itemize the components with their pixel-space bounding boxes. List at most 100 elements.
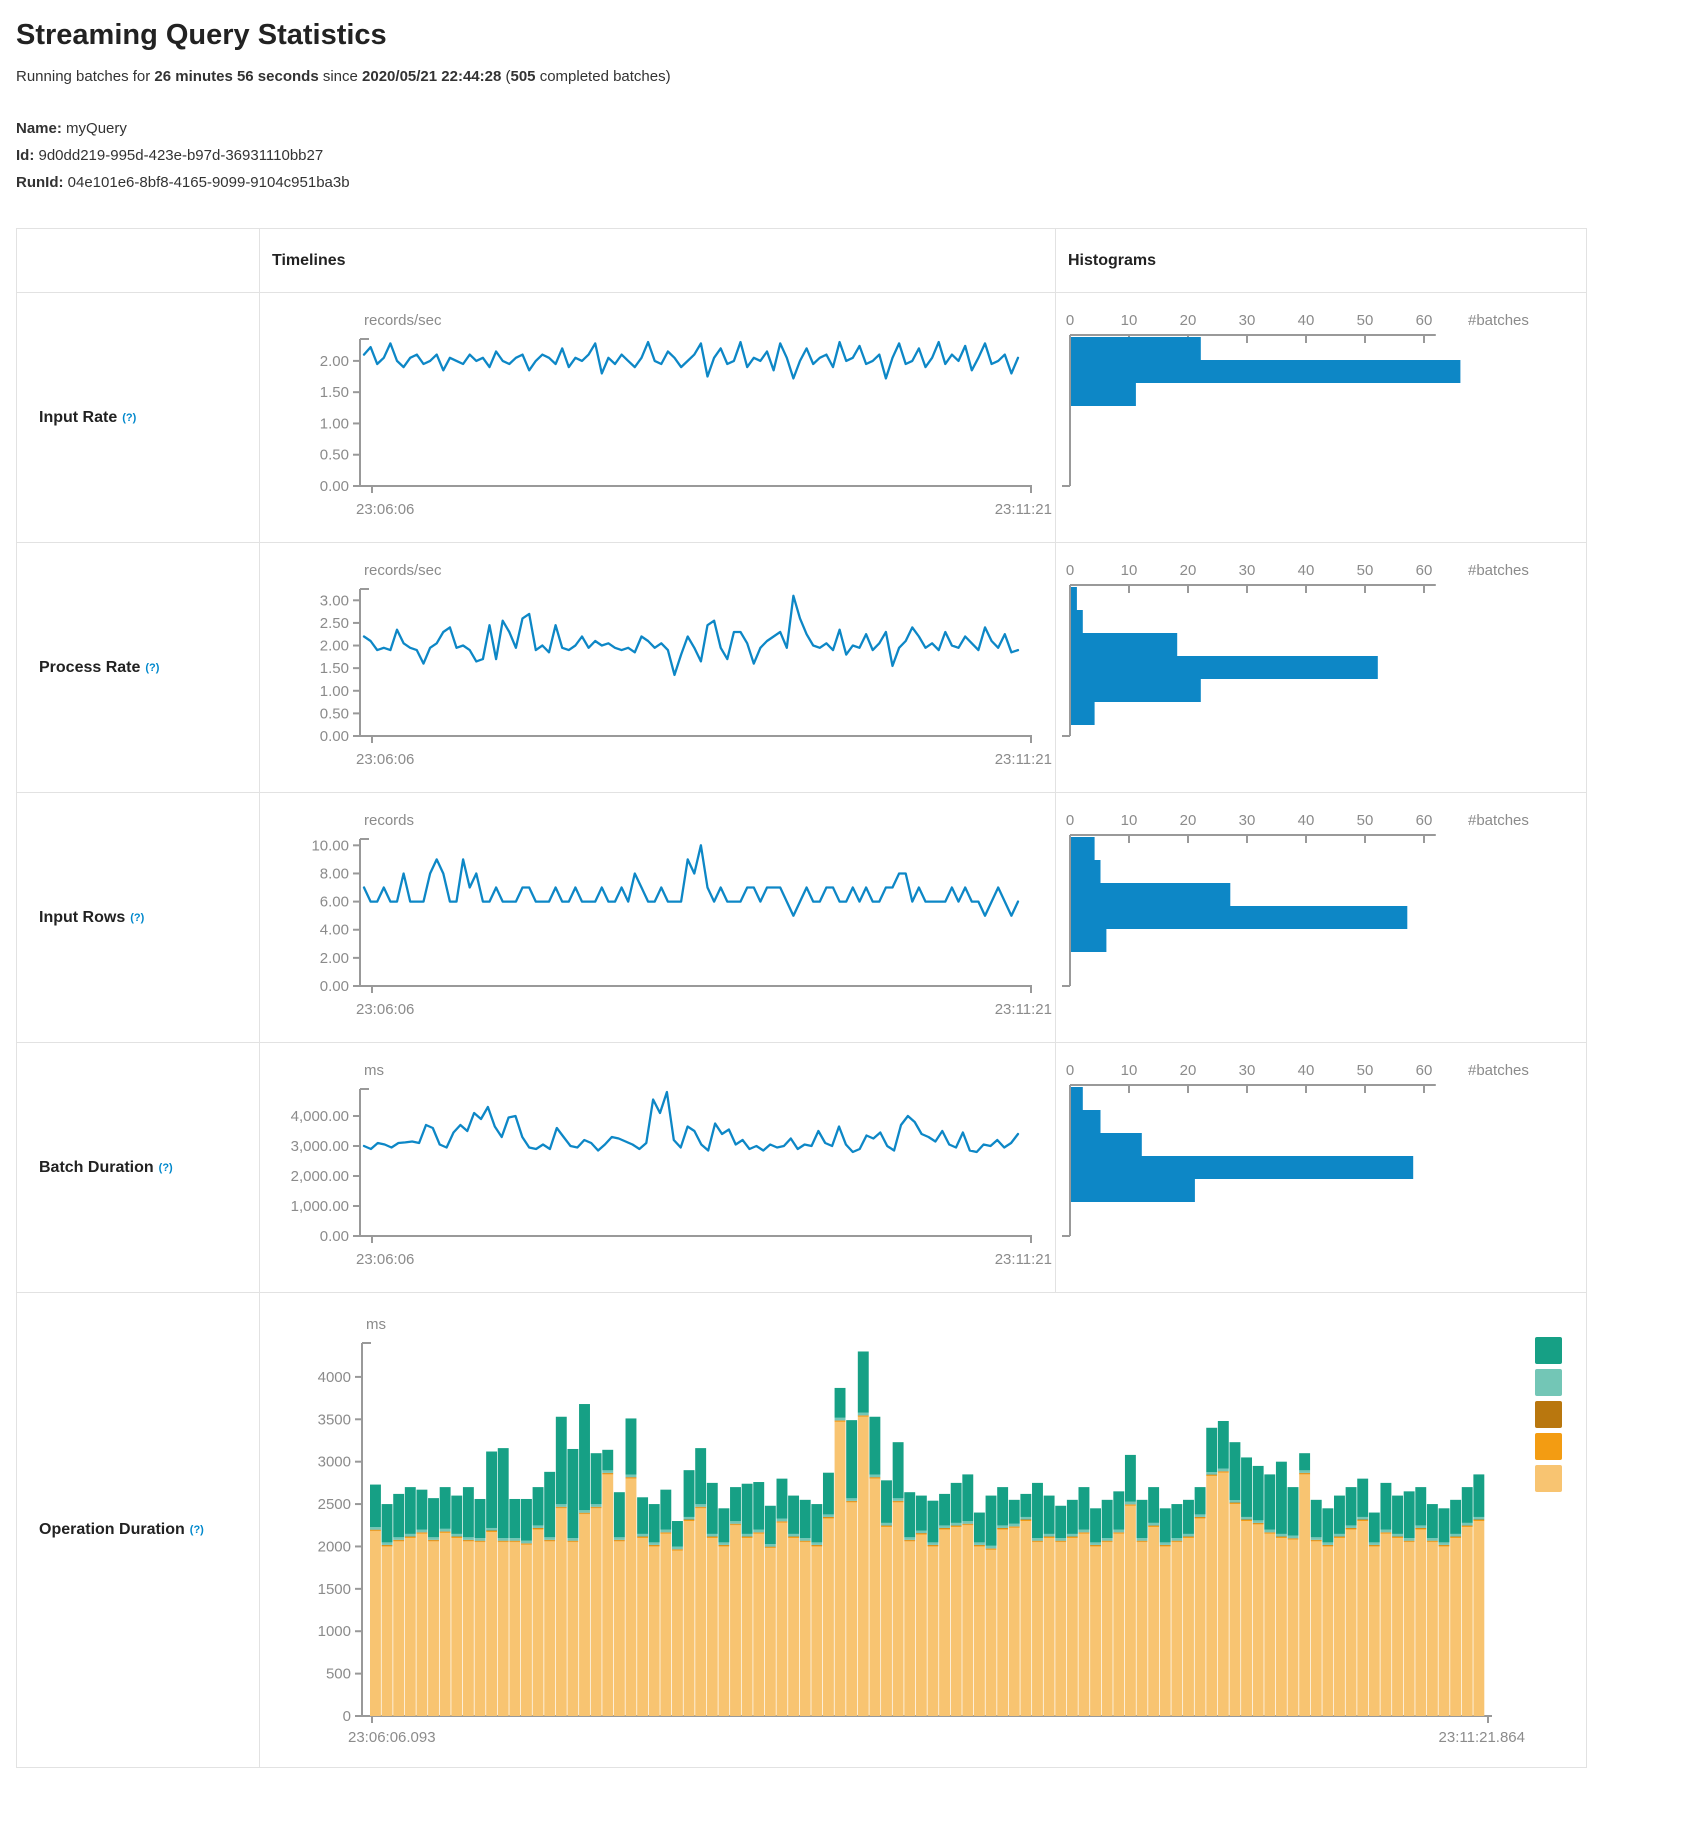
svg-text:10.00: 10.00: [311, 837, 349, 854]
svg-text:1.00: 1.00: [320, 415, 349, 432]
svg-text:#batches: #batches: [1468, 562, 1529, 579]
legend-swatch-dark-orange: [1535, 1401, 1562, 1428]
svg-text:40: 40: [1298, 812, 1315, 829]
svg-text:1.50: 1.50: [320, 384, 349, 401]
svg-text:0.50: 0.50: [320, 447, 349, 464]
svg-text:records/sec: records/sec: [364, 562, 442, 579]
svg-text:3.00: 3.00: [320, 592, 349, 609]
help-icon[interactable]: (?): [145, 662, 159, 674]
row-label-input-rate: Input Rate(?): [17, 292, 259, 542]
svg-text:6.00: 6.00: [320, 894, 349, 911]
operation-duration-svg: ms4000350030002500200015001000500023:06:…: [260, 1293, 1586, 1767]
svg-text:40: 40: [1298, 1062, 1315, 1079]
svg-text:0.50: 0.50: [320, 705, 349, 722]
input-rate-timeline-svg: records/sec2.001.501.000.500.0023:06:062…: [260, 293, 1055, 542]
svg-text:50: 50: [1357, 312, 1374, 329]
help-icon[interactable]: (?): [159, 1162, 173, 1174]
input-rows-histogram-svg: 0102030405060#batches: [1056, 793, 1586, 1042]
batch-duration-histogram-svg: 0102030405060#batches: [1056, 1043, 1586, 1292]
svg-text:23:06:06: 23:06:06: [356, 501, 414, 518]
svg-text:50: 50: [1357, 562, 1374, 579]
svg-text:0.00: 0.00: [320, 728, 349, 745]
svg-text:2.00: 2.00: [320, 353, 349, 370]
help-icon[interactable]: (?): [190, 1524, 204, 1536]
row-label-operation-duration: Operation Duration(?): [17, 1292, 259, 1767]
svg-text:2.00: 2.00: [320, 638, 349, 655]
svg-text:23:11:21: 23:11:21: [995, 501, 1052, 518]
svg-text:23:11:21: 23:11:21: [995, 1001, 1052, 1018]
svg-text:1.50: 1.50: [320, 660, 349, 677]
batch-duration-timeline-svg: ms4,000.003,000.002,000.001,000.000.0023…: [260, 1043, 1055, 1292]
input-rows-timeline-svg: records10.008.006.004.002.000.0023:06:06…: [260, 793, 1055, 1042]
help-icon[interactable]: (?): [130, 912, 144, 924]
svg-text:1000: 1000: [318, 1623, 351, 1640]
svg-text:8.00: 8.00: [320, 865, 349, 882]
row-label-process-rate: Process Rate(?): [17, 542, 259, 792]
input-rows-histogram-chart: 0102030405060#batches: [1055, 792, 1586, 1042]
process-rate-histogram-chart: 0102030405060#batches: [1055, 542, 1586, 792]
svg-text:0: 0: [1066, 1062, 1074, 1079]
svg-text:0.00: 0.00: [320, 1228, 349, 1245]
header-timelines: Timelines: [259, 229, 1055, 292]
svg-text:1.00: 1.00: [320, 683, 349, 700]
process-rate-timeline-chart: records/sec3.002.502.001.501.000.500.002…: [259, 542, 1055, 792]
query-name: myQuery: [66, 120, 127, 137]
input-rate-timeline-chart: records/sec2.001.501.000.500.0023:06:062…: [259, 292, 1055, 542]
svg-text:60: 60: [1416, 312, 1433, 329]
svg-text:1,000.00: 1,000.00: [291, 1198, 349, 1215]
help-icon[interactable]: (?): [122, 412, 136, 424]
svg-text:1500: 1500: [318, 1581, 351, 1598]
svg-text:2000: 2000: [318, 1538, 351, 1555]
running-summary: Running batches for 26 minutes 56 second…: [16, 68, 1677, 85]
legend-swatch-tan: [1535, 1465, 1562, 1492]
svg-text:ms: ms: [366, 1316, 386, 1333]
input-rate-histogram-svg: 0102030405060#batches: [1056, 293, 1586, 542]
operation-duration-chart: ms4000350030002500200015001000500023:06:…: [259, 1292, 1586, 1767]
legend-swatch-orange: [1535, 1433, 1562, 1460]
stats-table: Timelines Histograms Input Rate(?) recor…: [16, 228, 1587, 1768]
svg-text:20: 20: [1180, 562, 1197, 579]
svg-text:4.00: 4.00: [320, 922, 349, 939]
batch-duration-histogram-chart: 0102030405060#batches: [1055, 1042, 1586, 1292]
svg-text:23:06:06.093: 23:06:06.093: [348, 1729, 436, 1746]
svg-text:60: 60: [1416, 812, 1433, 829]
svg-text:4,000.00: 4,000.00: [291, 1108, 349, 1125]
svg-text:records/sec: records/sec: [364, 312, 442, 329]
svg-text:60: 60: [1416, 562, 1433, 579]
row-label-batch-duration: Batch Duration(?): [17, 1042, 259, 1292]
svg-text:20: 20: [1180, 812, 1197, 829]
query-runid: 04e101e6-8bf8-4165-9099-9104c951ba3b: [68, 174, 350, 191]
page-title: Streaming Query Statistics: [16, 18, 1677, 52]
svg-text:3500: 3500: [318, 1411, 351, 1428]
svg-text:2,000.00: 2,000.00: [291, 1168, 349, 1185]
svg-text:40: 40: [1298, 562, 1315, 579]
svg-text:0: 0: [1066, 312, 1074, 329]
svg-text:40: 40: [1298, 312, 1315, 329]
header-empty: [17, 229, 259, 292]
svg-text:ms: ms: [364, 1062, 384, 1079]
svg-text:30: 30: [1239, 562, 1256, 579]
process-rate-histogram-svg: 0102030405060#batches: [1056, 543, 1586, 792]
running-duration: 26 minutes 56 seconds: [154, 68, 318, 85]
query-name-line: Name: myQuery: [16, 115, 1677, 142]
svg-text:50: 50: [1357, 812, 1374, 829]
svg-text:0: 0: [343, 1708, 351, 1725]
legend-swatch-light-teal: [1535, 1369, 1562, 1396]
input-rows-timeline-chart: records10.008.006.004.002.000.0023:06:06…: [259, 792, 1055, 1042]
svg-text:#batches: #batches: [1468, 812, 1529, 829]
query-id-line: Id: 9d0dd219-995d-423e-b97d-36931110bb27: [16, 142, 1677, 169]
svg-text:records: records: [364, 812, 414, 829]
svg-text:23:06:06: 23:06:06: [356, 1251, 414, 1268]
page: Streaming Query Statistics Running batch…: [0, 18, 1693, 1768]
svg-text:30: 30: [1239, 1062, 1256, 1079]
input-rate-histogram-chart: 0102030405060#batches: [1055, 292, 1586, 542]
svg-text:3000: 3000: [318, 1454, 351, 1471]
svg-text:20: 20: [1180, 1062, 1197, 1079]
row-label-input-rows: Input Rows(?): [17, 792, 259, 1042]
query-runid-line: RunId: 04e101e6-8bf8-4165-9099-9104c951b…: [16, 169, 1677, 196]
svg-text:23:11:21: 23:11:21: [995, 751, 1052, 768]
start-timestamp: 2020/05/21 22:44:28: [362, 68, 501, 85]
completed-batch-count: 505: [511, 68, 536, 85]
svg-text:0.00: 0.00: [320, 978, 349, 995]
svg-text:10: 10: [1121, 312, 1138, 329]
